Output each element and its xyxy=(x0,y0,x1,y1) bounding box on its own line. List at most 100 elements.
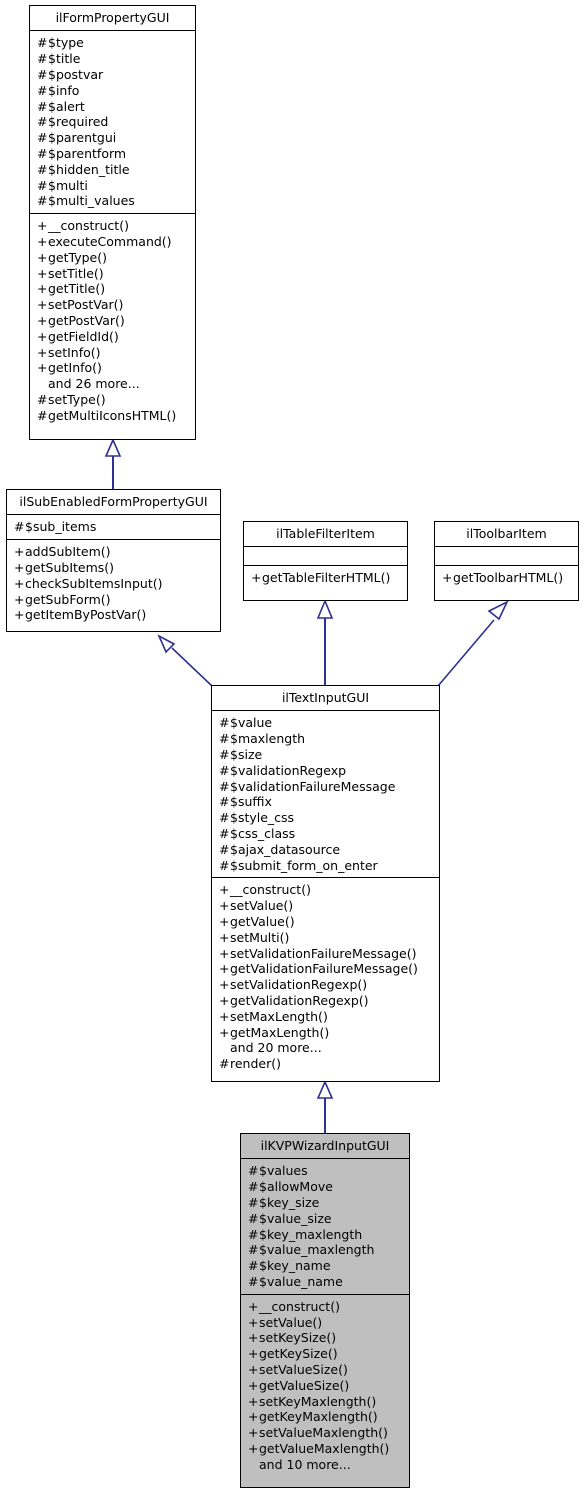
class-attributes-ilToolbarItem xyxy=(435,547,578,567)
operation-line: +setMulti() xyxy=(219,930,434,946)
attribute-label: $key_name xyxy=(259,1258,331,1274)
operation-label: getFieldId() xyxy=(48,328,119,344)
attribute-line: #$parentgui xyxy=(37,130,190,146)
visibility-marker: # xyxy=(37,193,48,209)
attribute-line: #$value xyxy=(219,715,434,731)
operation-label: getMultiIconsHTML() xyxy=(48,407,177,423)
visibility-marker: # xyxy=(219,825,230,841)
operation-label: checkSubItemsInput() xyxy=(25,575,163,591)
attribute-line: #$key_size xyxy=(248,1195,404,1211)
visibility-marker: # xyxy=(14,519,25,535)
visibility-marker: + xyxy=(219,945,230,961)
attribute-label: $maxlength xyxy=(230,731,306,747)
operation-line: +__construct() xyxy=(248,1299,404,1315)
operation-label: getSubForm() xyxy=(25,591,111,607)
visibility-marker: + xyxy=(14,544,25,560)
operation-line: +getKeySize() xyxy=(248,1346,404,1362)
edge-ilKVPWizardInputGUI-to-ilTextInputGUI xyxy=(316,1080,334,1133)
class-box-ilKVPWizardInputGUI[interactable]: ilKVPWizardInputGUI #$values #$allowMove #… xyxy=(240,1133,410,1488)
attribute-label: $values xyxy=(259,1163,308,1179)
attribute-label: $style_css xyxy=(230,810,295,826)
class-attributes-ilTableFilterItem xyxy=(244,547,407,567)
class-operations-ilTableFilterItem: +getTableFilterHTML() xyxy=(244,566,407,590)
class-operations-ilToolbarItem: +getToolbarHTML() xyxy=(435,566,578,590)
operation-label: getValidationRegexp() xyxy=(230,992,369,1008)
class-attributes-ilKVPWizardInputGUI: #$values #$allowMove #$key_size #$value_siz… xyxy=(241,1159,409,1295)
visibility-marker: + xyxy=(248,1346,259,1362)
class-box-ilSubEnabledFormPropertyGUI[interactable]: ilSubEnabledFormPropertyGUI #$sub_items … xyxy=(6,489,221,632)
visibility-marker: # xyxy=(37,161,48,177)
operation-line: +getMaxLength() xyxy=(219,1025,434,1041)
class-box-ilTableFilterItem[interactable]: ilTableFilterItem +getTableFilterHTML() xyxy=(243,521,408,601)
attribute-line: #$submit_form_on_enter xyxy=(219,858,434,874)
operation-line: +setValueSize() xyxy=(248,1362,404,1378)
visibility-marker: # xyxy=(37,391,48,407)
operation-label: setValue() xyxy=(259,1314,323,1330)
operation-line: +setPostVar() xyxy=(37,297,190,313)
visibility-marker: + xyxy=(219,977,230,993)
attribute-line: #$multi xyxy=(37,178,190,194)
operation-line: +getItemByPostVar() xyxy=(14,607,215,623)
visibility-marker: # xyxy=(248,1194,259,1210)
visibility-marker: # xyxy=(248,1226,259,1242)
visibility-marker: + xyxy=(219,882,230,898)
visibility-marker: # xyxy=(219,715,230,731)
operation-label: getKeyMaxlength() xyxy=(259,1409,378,1425)
class-box-ilTextInputGUI[interactable]: ilTextInputGUI #$value #$maxlength #$size #… xyxy=(211,685,440,1082)
attribute-line: #$alert xyxy=(37,99,190,115)
operation-label: setValidationFailureMessage() xyxy=(230,945,417,961)
operation-line: and 10 more... xyxy=(248,1457,404,1473)
class-box-ilToolbarItem[interactable]: ilToolbarItem +getToolbarHTML() xyxy=(434,521,579,601)
operation-line: +checkSubItemsInput() xyxy=(14,576,215,592)
visibility-marker: + xyxy=(14,607,25,623)
operation-label: getValueSize() xyxy=(259,1377,350,1393)
attribute-line: #$allowMove xyxy=(248,1179,404,1195)
class-title-ilSubEnabledFormPropertyGUI: ilSubEnabledFormPropertyGUI xyxy=(7,490,220,516)
attribute-line: #$size xyxy=(219,747,434,763)
visibility-marker: # xyxy=(219,794,230,810)
visibility-marker: # xyxy=(37,145,48,161)
class-title-ilTextInputGUI: ilTextInputGUI xyxy=(212,686,439,712)
operation-line: +getValueMaxlength() xyxy=(248,1441,404,1457)
operation-label: __construct() xyxy=(48,218,129,234)
operation-line: +setValidationRegexp() xyxy=(219,977,434,993)
class-attributes-ilSubEnabledFormPropertyGUI: #$sub_items xyxy=(7,515,220,541)
visibility-marker: # xyxy=(248,1179,259,1195)
attribute-label: $required xyxy=(48,114,109,130)
visibility-marker: + xyxy=(248,1314,259,1330)
visibility-marker: + xyxy=(37,218,48,234)
visibility-marker: + xyxy=(248,1361,259,1377)
operation-label: render() xyxy=(230,1056,281,1072)
visibility-marker: # xyxy=(248,1273,259,1289)
visibility-marker: + xyxy=(219,992,230,1008)
visibility-marker: # xyxy=(219,778,230,794)
operation-line: +setValue() xyxy=(219,898,434,914)
attribute-label: $css_class xyxy=(230,825,296,841)
operation-label: getTableFilterHTML() xyxy=(262,570,391,586)
visibility-marker: # xyxy=(248,1210,259,1226)
operation-line: +getValue() xyxy=(219,914,434,930)
attribute-label: $key_size xyxy=(259,1194,320,1210)
operation-label: getInfo() xyxy=(48,360,102,376)
attribute-line: #$validationFailureMessage xyxy=(219,779,434,795)
operation-line: +getSubItems() xyxy=(14,560,215,576)
class-box-ilFormPropertyGUI[interactable]: ilFormPropertyGUI #$type #$title #$postvar… xyxy=(29,5,196,440)
attribute-label: $sub_items xyxy=(25,519,97,535)
class-title-ilFormPropertyGUI: ilFormPropertyGUI xyxy=(30,6,195,32)
operation-label: setPostVar() xyxy=(48,297,124,313)
operation-label: getValueMaxlength() xyxy=(259,1440,390,1456)
operation-label: getSubItems() xyxy=(25,559,115,575)
attribute-label: $postvar xyxy=(48,66,104,82)
attribute-line: #$ajax_datasource xyxy=(219,842,434,858)
attribute-label: $type xyxy=(48,35,84,51)
operation-label: and 20 more... xyxy=(230,1040,322,1056)
visibility-marker: # xyxy=(37,177,48,193)
attribute-label: $validationRegexp xyxy=(230,762,347,778)
visibility-marker: + xyxy=(14,559,25,575)
visibility-marker: + xyxy=(37,344,48,360)
visibility-marker: # xyxy=(37,130,48,146)
visibility-marker: + xyxy=(14,591,25,607)
visibility-marker: # xyxy=(248,1163,259,1179)
visibility-marker: + xyxy=(248,1409,259,1425)
visibility-marker: + xyxy=(37,281,48,297)
